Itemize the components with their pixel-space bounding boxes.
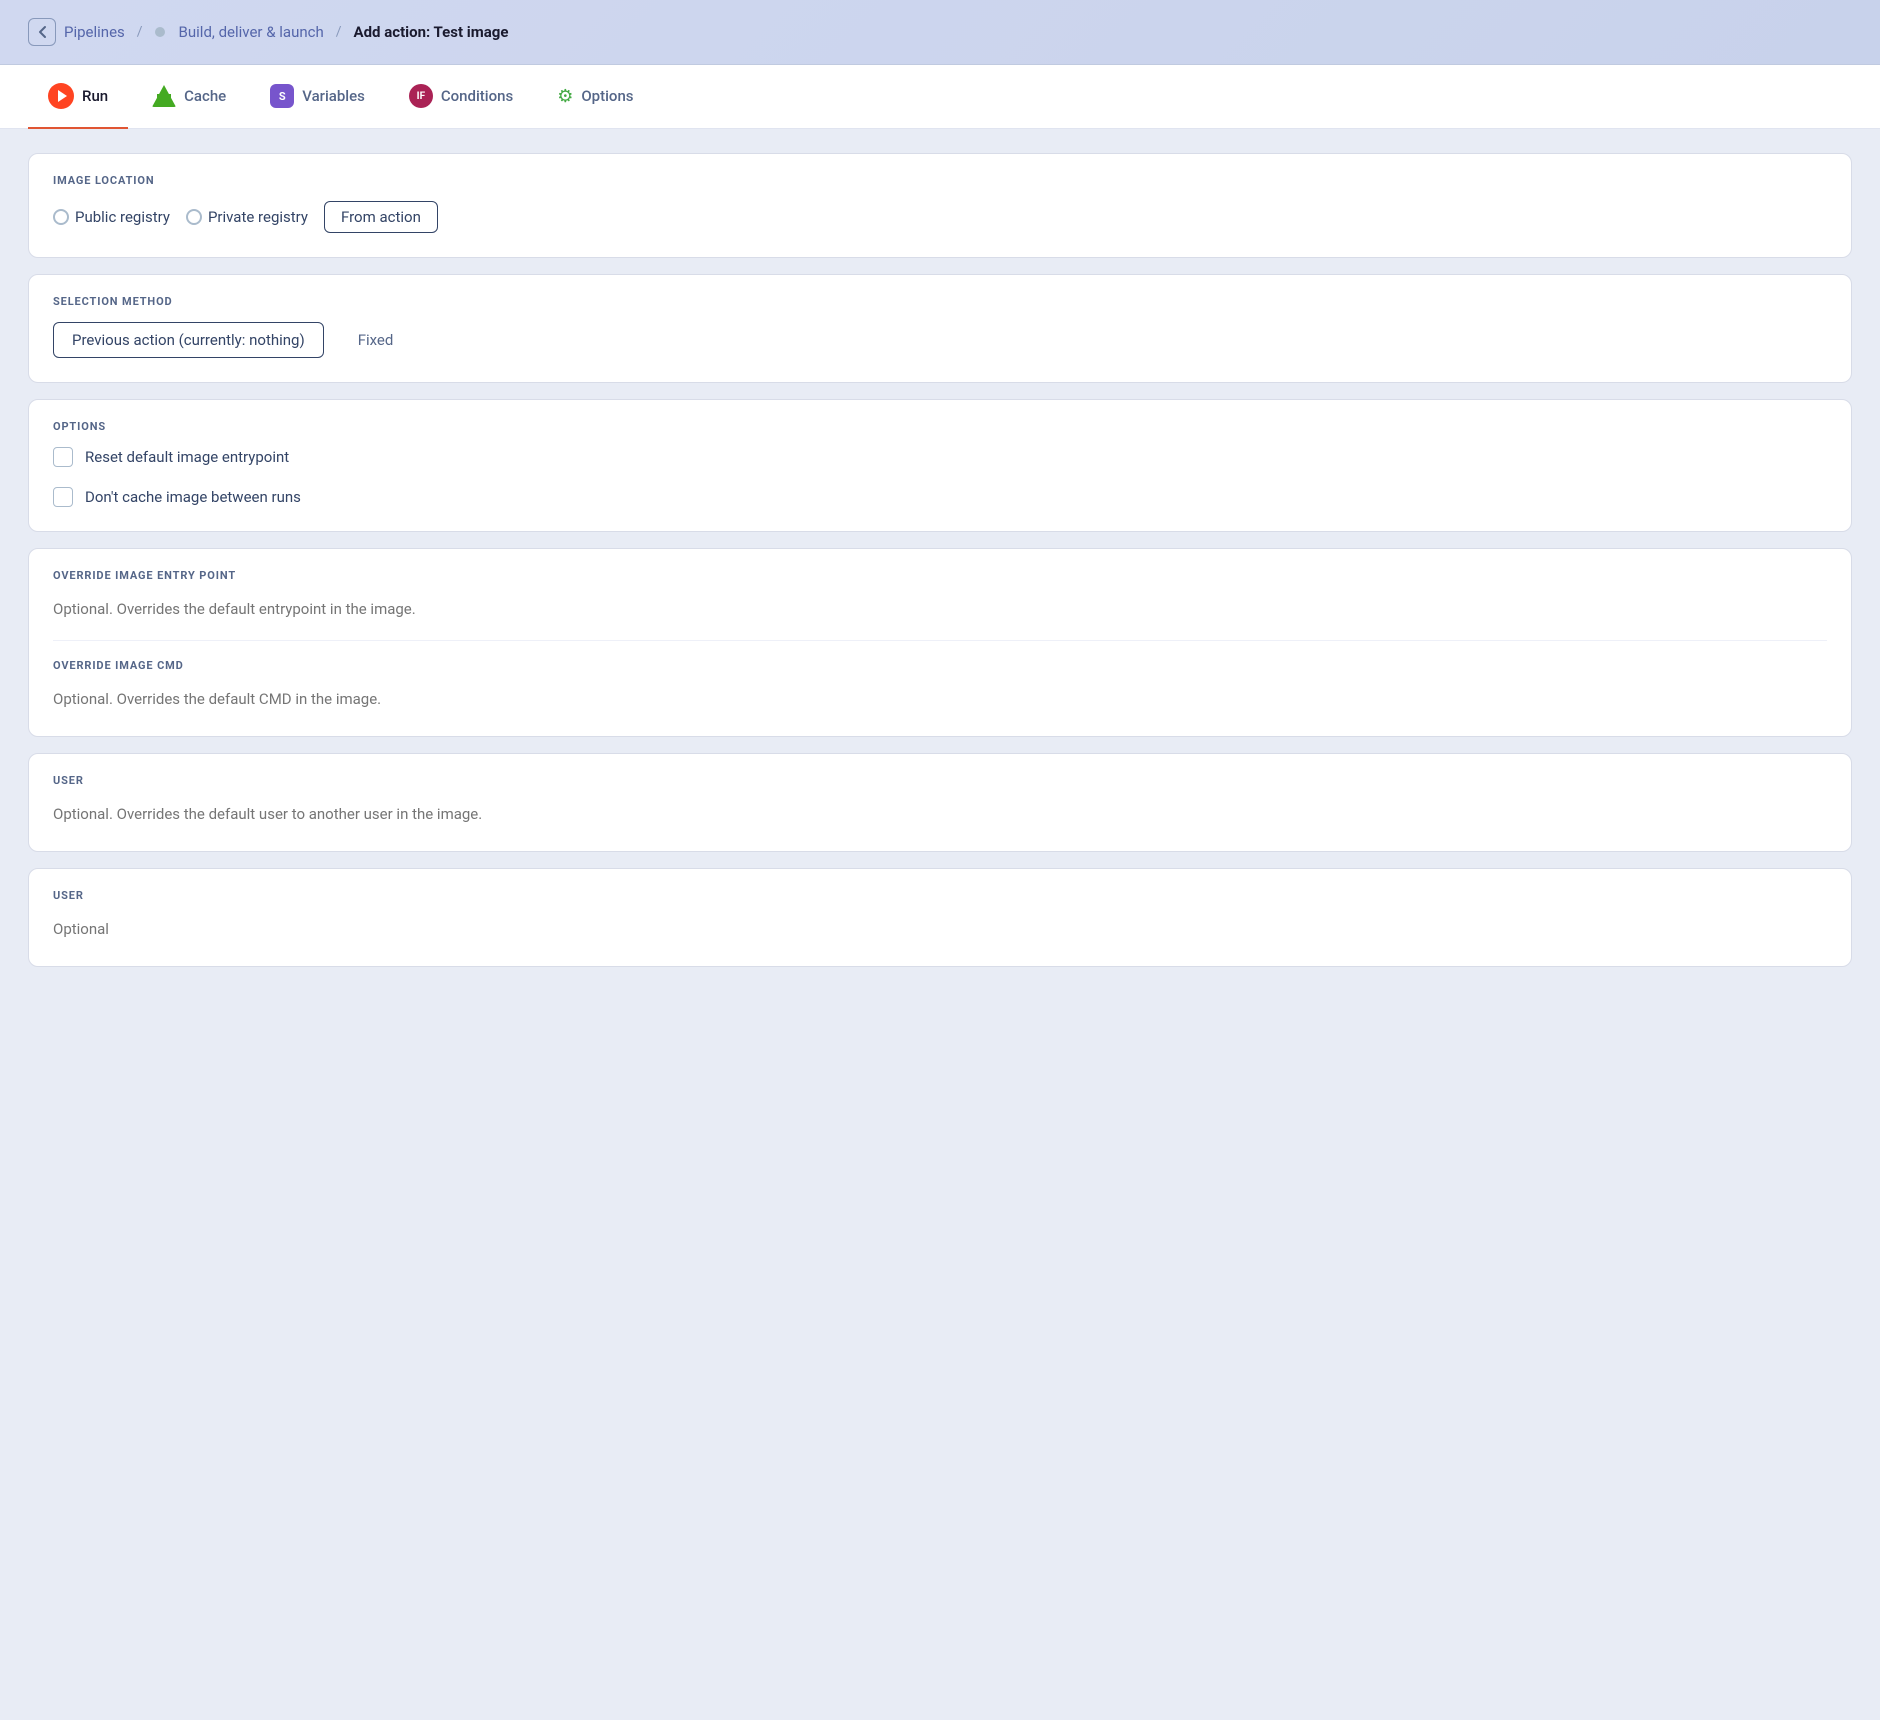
from-action-label: From action [341, 208, 421, 226]
image-location-options: Public registry Private registry From ac… [53, 201, 1827, 233]
variables-icon: S [270, 84, 294, 108]
no-cache-label: Don't cache image between runs [85, 488, 301, 506]
user-label-1: USER [53, 774, 1827, 787]
breadcrumb-sep2: / [332, 24, 346, 40]
options-checkboxes: Reset default image entrypoint Don't cac… [53, 447, 1827, 507]
tab-run[interactable]: Run [28, 65, 128, 129]
options-icon: ⚙ [557, 86, 573, 107]
no-cache-checkbox[interactable] [53, 487, 73, 507]
previous-action-label: Previous action (currently: nothing) [72, 331, 305, 349]
tab-conditions-label: Conditions [441, 87, 513, 105]
override-entrypoint-input[interactable] [53, 596, 1827, 622]
tab-options[interactable]: ⚙ Options [537, 68, 653, 127]
no-cache-row[interactable]: Don't cache image between runs [53, 487, 1827, 507]
breadcrumb-current: Add action: Test image [354, 23, 509, 41]
reset-entrypoint-label: Reset default image entrypoint [85, 448, 289, 466]
public-registry-label: Public registry [75, 208, 170, 226]
breadcrumb-sep1: / [133, 24, 147, 40]
user-input-1[interactable] [53, 801, 1827, 827]
main-content: IMAGE LOCATION Public registry Private r… [0, 129, 1880, 991]
tab-conditions[interactable]: IF Conditions [389, 66, 533, 128]
reset-entrypoint-row[interactable]: Reset default image entrypoint [53, 447, 1827, 467]
user-card-2: USER [28, 868, 1852, 967]
back-button[interactable] [28, 18, 56, 46]
private-registry-option[interactable]: Private registry [186, 208, 308, 226]
private-registry-radio[interactable] [186, 209, 202, 225]
selection-method-card: SELECTION METHOD Previous action (curren… [28, 274, 1852, 383]
breadcrumb-item1[interactable]: Pipelines [64, 23, 125, 41]
public-registry-option[interactable]: Public registry [53, 208, 170, 226]
user-card-1: USER [28, 753, 1852, 852]
reset-entrypoint-checkbox[interactable] [53, 447, 73, 467]
breadcrumb-item2[interactable]: Build, deliver & launch [179, 23, 324, 41]
fixed-option[interactable]: Fixed [340, 323, 412, 357]
header: Pipelines / Build, deliver & launch / Ad… [0, 0, 1880, 65]
tab-cache-label: Cache [184, 87, 226, 105]
tab-variables[interactable]: S Variables [250, 66, 385, 128]
user-input-2[interactable] [53, 916, 1827, 942]
cache-icon [152, 84, 176, 108]
override-entrypoint-section: OVERRIDE IMAGE ENTRY POINT [53, 569, 1827, 622]
cache-triangle-base [157, 94, 171, 103]
user-label-2: USER [53, 889, 1827, 902]
override-entrypoint-label: OVERRIDE IMAGE ENTRY POINT [53, 569, 1827, 582]
run-icon [48, 83, 74, 109]
run-triangle [58, 90, 67, 102]
override-card: OVERRIDE IMAGE ENTRY POINT OVERRIDE IMAG… [28, 548, 1852, 737]
from-action-option[interactable]: From action [324, 201, 438, 233]
tab-run-label: Run [82, 87, 108, 105]
options-card: OPTIONS Reset default image entrypoint D… [28, 399, 1852, 532]
override-cmd-section: OVERRIDE IMAGE CMD [53, 640, 1827, 712]
tab-cache[interactable]: Cache [132, 66, 246, 128]
pipeline-status-dot [155, 27, 165, 37]
private-registry-label: Private registry [208, 208, 308, 226]
image-location-card: IMAGE LOCATION Public registry Private r… [28, 153, 1852, 258]
override-cmd-input[interactable] [53, 686, 1827, 712]
tab-variables-label: Variables [302, 87, 365, 105]
fixed-label: Fixed [358, 331, 394, 349]
override-cmd-label: OVERRIDE IMAGE CMD [53, 659, 1827, 672]
selection-method-options: Previous action (currently: nothing) Fix… [53, 322, 1827, 358]
tabs-bar: Run Cache S Variables IF Conditions ⚙ Op… [0, 65, 1880, 129]
options-card-label: OPTIONS [53, 420, 1827, 433]
selection-method-label: SELECTION METHOD [53, 295, 1827, 308]
image-location-label: IMAGE LOCATION [53, 174, 1827, 187]
tab-options-label: Options [581, 87, 633, 105]
conditions-icon: IF [409, 84, 433, 108]
public-registry-radio[interactable] [53, 209, 69, 225]
previous-action-option[interactable]: Previous action (currently: nothing) [53, 322, 324, 358]
